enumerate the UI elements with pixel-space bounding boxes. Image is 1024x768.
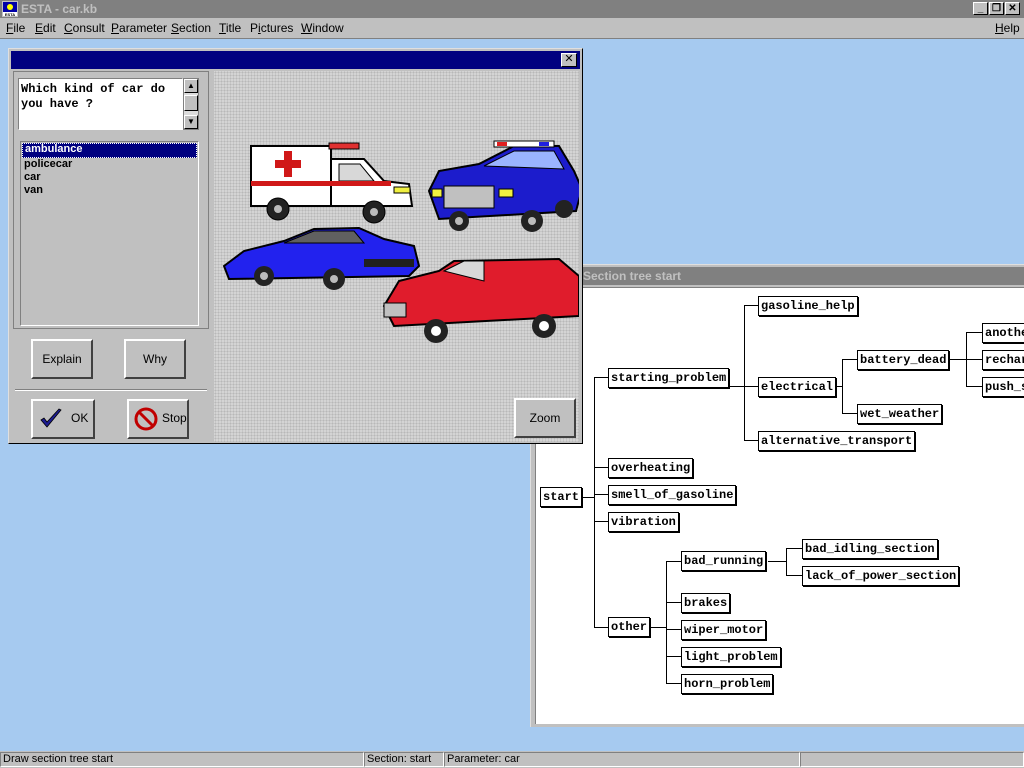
policecar-picture[interactable] bbox=[427, 140, 584, 232]
zoom-button[interactable]: Zoom bbox=[514, 398, 576, 438]
tree-node-push-start[interactable]: push_start bbox=[982, 377, 1024, 397]
why-button[interactable]: Why bbox=[124, 339, 186, 379]
tree-node-wiper-motor[interactable]: wiper_motor bbox=[681, 620, 767, 640]
car-picture[interactable] bbox=[222, 226, 421, 290]
menu-section[interactable]: Section bbox=[171, 21, 211, 35]
menu-title[interactable]: Title bbox=[219, 21, 241, 35]
menu-consult[interactable]: Consult bbox=[64, 21, 105, 35]
restore-icon[interactable]: ❐ bbox=[989, 2, 1004, 15]
tree-node-gasoline-help[interactable]: gasoline_help bbox=[758, 296, 858, 316]
menu-edit[interactable]: Edit bbox=[35, 21, 56, 35]
tree-node-alternative-transport[interactable]: alternative_transport bbox=[758, 431, 916, 451]
ambulance-picture[interactable] bbox=[250, 142, 414, 224]
app-title-bar: ESTA ESTA - car.kb _ ❐ ✕ bbox=[0, 0, 1024, 18]
tree-node-overheating[interactable]: overheating bbox=[608, 458, 694, 478]
tree-node-bad-running[interactable]: bad_running bbox=[681, 551, 767, 571]
status-bar: Draw section tree start Section: start P… bbox=[0, 751, 1024, 768]
answer-item-ambulance[interactable]: ambulance bbox=[22, 143, 197, 158]
tree-node-battery-dead[interactable]: battery_dead bbox=[857, 350, 950, 370]
tree-node-smell-of-gasoline[interactable]: smell_of_gasoline bbox=[608, 485, 737, 505]
scroll-thumb[interactable] bbox=[184, 95, 198, 111]
checkmark-icon bbox=[40, 408, 62, 428]
status-section: Section: start bbox=[364, 752, 444, 767]
menu-window[interactable]: Window bbox=[301, 21, 344, 35]
tree-node-electrical[interactable]: electrical bbox=[758, 377, 837, 397]
app-title: ESTA - car.kb bbox=[21, 2, 98, 16]
status-message: Draw section tree start bbox=[0, 752, 364, 767]
ok-button[interactable]: OK bbox=[31, 399, 95, 439]
tree-node-lack-of-power-section[interactable]: lack_of_power_section bbox=[802, 566, 960, 586]
answer-list[interactable]: ambulance policecar car van bbox=[20, 141, 199, 326]
ok-label: OK bbox=[71, 411, 89, 425]
tree-node-start[interactable]: start bbox=[540, 487, 583, 507]
status-parameter: Parameter: car bbox=[444, 752, 800, 767]
question-text: Which kind of car do you have ? bbox=[18, 78, 183, 130]
answer-item-car[interactable]: car bbox=[22, 171, 197, 184]
menu-parameter[interactable]: Parameter bbox=[111, 21, 167, 35]
vehicle-illustration bbox=[222, 140, 584, 343]
explain-button[interactable]: Explain bbox=[31, 339, 93, 379]
stop-label: Stop bbox=[162, 411, 187, 425]
answer-item-policecar[interactable]: policecar bbox=[22, 158, 197, 171]
tree-node-light-problem[interactable]: light_problem bbox=[681, 647, 781, 667]
answer-item-van[interactable]: van bbox=[22, 184, 197, 197]
menu-bar: File Edit Consult Parameter Section Titl… bbox=[0, 18, 1024, 39]
dialog-title-bar[interactable]: ✕ bbox=[11, 51, 580, 69]
question-scrollbar[interactable]: ▲ ▼ bbox=[183, 78, 199, 130]
section-tree-title-bar[interactable]: Section tree start bbox=[533, 267, 1024, 285]
menu-help[interactable]: Help bbox=[995, 21, 1020, 35]
tree-node-recharge[interactable]: recharge bbox=[982, 350, 1024, 370]
tree-node-bad-idling-section[interactable]: bad_idling_section bbox=[802, 539, 938, 559]
tree-node-vibration[interactable]: vibration bbox=[608, 512, 679, 532]
section-tree-title: Section tree start bbox=[583, 269, 682, 283]
tree-node-wet-weather[interactable]: wet_weather bbox=[857, 404, 943, 424]
tree-node-horn-problem[interactable]: horn_problem bbox=[681, 674, 774, 694]
menu-pictures[interactable]: Pictures bbox=[250, 21, 293, 35]
svg-text:ESTA: ESTA bbox=[5, 12, 15, 17]
tree-node-another[interactable]: another bbox=[982, 323, 1024, 343]
section-tree-window[interactable]: Section tree start start starting_proble… bbox=[530, 264, 1024, 727]
close-icon[interactable]: ✕ bbox=[1005, 2, 1020, 15]
dialog-close-icon[interactable]: ✕ bbox=[561, 53, 577, 67]
car-picture-area[interactable]: Zoom bbox=[214, 71, 584, 442]
section-tree-canvas: start starting_problem overheating smell… bbox=[535, 287, 1024, 724]
tree-node-starting-problem[interactable]: starting_problem bbox=[608, 368, 730, 388]
stop-button[interactable]: Stop bbox=[127, 399, 189, 439]
tree-node-brakes[interactable]: brakes bbox=[681, 593, 731, 613]
consultation-dialog[interactable]: ✕ Which kind of car do you have ? ▲ ▼ am… bbox=[8, 48, 584, 444]
tree-node-other[interactable]: other bbox=[608, 617, 651, 637]
status-extra bbox=[800, 752, 1024, 767]
scroll-down-icon[interactable]: ▼ bbox=[184, 115, 198, 129]
minimize-icon[interactable]: _ bbox=[973, 2, 988, 15]
menu-file[interactable]: File bbox=[6, 21, 25, 35]
button-separator bbox=[15, 389, 207, 391]
esta-app-icon[interactable]: ESTA bbox=[2, 1, 18, 17]
scroll-up-icon[interactable]: ▲ bbox=[184, 79, 198, 93]
stop-sign-icon bbox=[134, 407, 158, 431]
